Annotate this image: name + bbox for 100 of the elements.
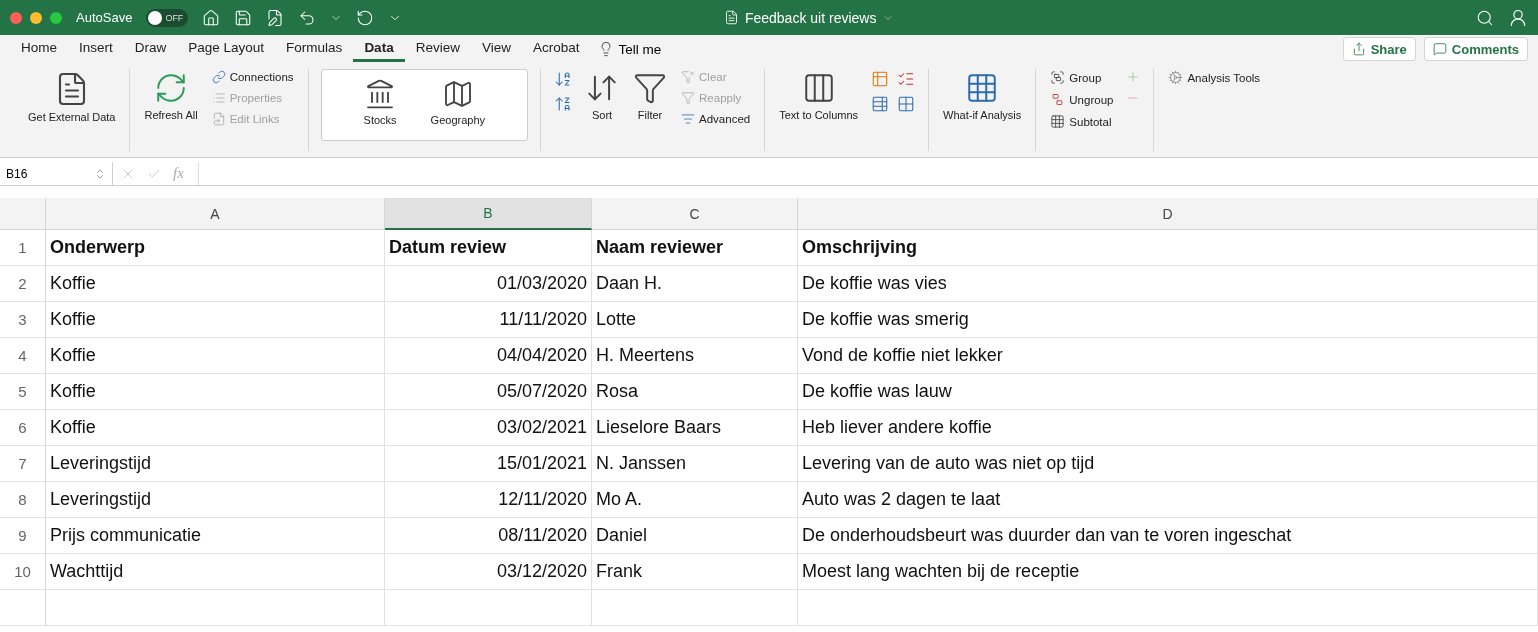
group-icon	[1050, 70, 1066, 85]
row-header[interactable]: 4	[0, 338, 46, 374]
ungroup-icon	[1050, 92, 1066, 107]
ribbon-button[interactable]: Advanced	[679, 111, 753, 127]
menu-tab[interactable]: Acrobat	[521, 36, 591, 62]
stepper-icon	[94, 167, 106, 180]
sort-descending-icon	[554, 95, 573, 113]
row-header[interactable]: 9	[0, 518, 46, 554]
column-header[interactable]: B	[385, 198, 592, 230]
menu-tab[interactable]: Home	[10, 36, 68, 62]
table-cell: De koffie was vies	[798, 266, 1538, 302]
autosave-toggle[interactable]: OFF	[146, 8, 189, 27]
ribbon-button[interactable]: Filter	[631, 69, 670, 124]
table-cell: N. Janssen	[592, 446, 798, 482]
table-cell: H. Meertens	[592, 338, 798, 374]
table-cell: De koffie was lauw	[798, 374, 1538, 410]
menu-tab[interactable]: Insert	[68, 36, 124, 62]
ribbon-button[interactable]: Subtotal	[1048, 113, 1116, 130]
column-header[interactable]: A	[46, 198, 385, 230]
ribbon-button[interactable]: Connections	[209, 69, 296, 85]
table-cell: Vond de koffie niet lekker	[798, 338, 1538, 374]
table-cell: Daniel	[592, 518, 798, 554]
row-header[interactable]: 1	[0, 230, 46, 266]
ribbon-button[interactable]: Analysis Tools	[1166, 69, 1263, 86]
advanced-filter-icon	[681, 112, 696, 126]
table-cell: Leveringstijd	[46, 446, 385, 482]
ribbon-button[interactable]: Get External Data	[26, 69, 118, 126]
menu-tab[interactable]: Draw	[123, 36, 178, 62]
save-icon	[234, 8, 253, 27]
table-cell: Rosa	[592, 374, 798, 410]
table-cell: Leveringstijd	[46, 482, 385, 518]
close-button[interactable]	[10, 11, 22, 24]
table-cell: Prijs communicatie	[46, 518, 385, 554]
edit-links-icon	[211, 112, 226, 126]
ribbon-button[interactable]: Sort	[583, 69, 622, 124]
menu-tab[interactable]: Review	[404, 36, 471, 62]
table-cell: Auto was 2 dagen te laat	[798, 482, 1538, 518]
sort-ascending-icon	[554, 70, 573, 88]
subtotal-icon	[1050, 114, 1066, 129]
row-header[interactable]: 7	[0, 446, 46, 482]
table-cell: Onderwerp	[46, 230, 385, 266]
workbook-icon	[723, 10, 739, 25]
properties-icon	[211, 91, 226, 105]
share-icon	[1351, 42, 1366, 56]
table-cell: Levering van de auto was niet op tijd	[798, 446, 1538, 482]
ribbon-button[interactable]: Group	[1048, 69, 1116, 86]
column-header[interactable]: D	[798, 198, 1538, 230]
table-cell: Heb liever andere koffie	[798, 410, 1538, 446]
table-cell: De onderhoudsbeurt was duurder dan van te voren ingeschat	[798, 518, 1538, 554]
checklist-icon	[897, 70, 916, 88]
ribbon-button[interactable]: Refresh All	[142, 69, 200, 124]
row-header[interactable]: 6	[0, 410, 46, 446]
ribbon-button[interactable]: Text to Columns	[777, 69, 861, 124]
account-icon	[1508, 7, 1528, 28]
filter-icon	[633, 71, 668, 105]
menu-tab[interactable]: Formulas	[275, 36, 354, 62]
table-cell: 11/11/2020	[385, 302, 592, 338]
table-cell: Omschrijving	[798, 230, 1538, 266]
tell-me-label[interactable]: Tell me	[618, 41, 662, 57]
row-header[interactable]: 8	[0, 482, 46, 518]
share-button[interactable]: Share	[1342, 37, 1416, 61]
table-cell: Lieselore Baars	[592, 410, 798, 446]
table-cell: Moest lang wachten bij de receptie	[798, 554, 1538, 590]
table-cell: 08/11/2020	[385, 518, 592, 554]
grid-icon	[897, 95, 916, 113]
menu-tab[interactable]: View	[470, 36, 522, 62]
ribbon-button[interactable]: Ungroup	[1048, 91, 1116, 108]
table-cell: 03/02/2021	[385, 410, 592, 446]
ribbon-button[interactable]: Stocks	[361, 76, 399, 134]
table-cell: Lotte	[592, 302, 798, 338]
row-header[interactable]	[0, 590, 46, 626]
edit-icon	[266, 8, 285, 27]
row-header[interactable]: 10	[0, 554, 46, 590]
ribbon-button[interactable]: Geography	[428, 76, 488, 134]
row-header[interactable]: 5	[0, 374, 46, 410]
table-cell: Wachttijd	[46, 554, 385, 590]
comments-button[interactable]: Comments	[1423, 37, 1528, 61]
name-box[interactable]: B16	[0, 162, 113, 185]
undo-icon	[298, 8, 317, 27]
table-cell: 05/07/2020	[385, 374, 592, 410]
table-cell: Daan H.	[592, 266, 798, 302]
table-cell: Mo A.	[592, 482, 798, 518]
ribbon-button[interactable]: What-if Analysis	[941, 69, 1024, 124]
reapply-filter-icon	[681, 91, 696, 105]
redo-icon	[356, 8, 375, 27]
minimize-button[interactable]	[30, 11, 42, 24]
row-header[interactable]: 2	[0, 266, 46, 302]
clear-filter-icon	[681, 70, 696, 84]
table-cell: 12/11/2020	[385, 482, 592, 518]
row-header[interactable]: 3	[0, 302, 46, 338]
column-header[interactable]: C	[592, 198, 798, 230]
zoom-button[interactable]	[50, 11, 62, 24]
menu-tab[interactable]: Page Layout	[177, 36, 276, 62]
table-cell: 03/12/2020	[385, 554, 592, 590]
table-cell: Koffie	[46, 338, 385, 374]
select-all-corner[interactable]	[0, 198, 46, 230]
home-icon	[202, 8, 221, 27]
table-cell: Frank	[592, 554, 798, 590]
table-cell: Koffie	[46, 374, 385, 410]
plus-icon	[1126, 70, 1141, 84]
